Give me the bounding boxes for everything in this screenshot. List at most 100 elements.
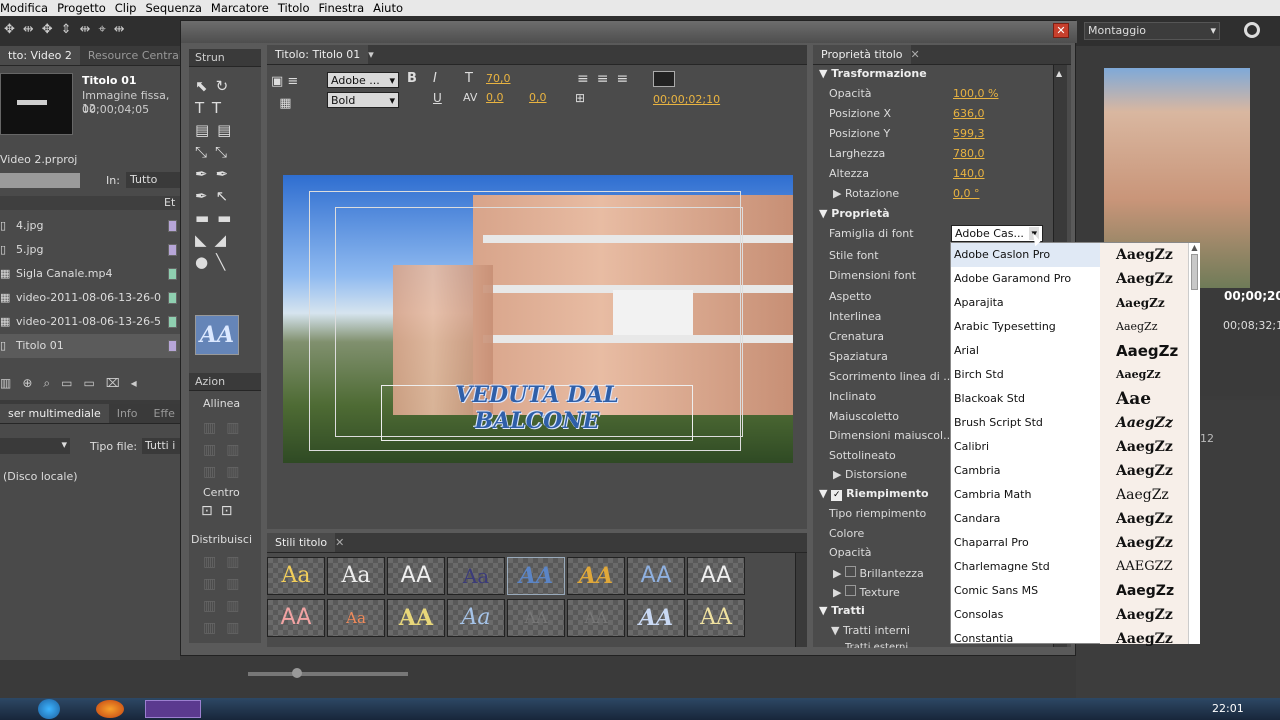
font-size-value[interactable]: 70,0: [486, 72, 511, 85]
list-item[interactable]: ▦ Sigla Canale.mp4: [0, 262, 180, 286]
close-icon[interactable]: ✕: [335, 536, 344, 549]
firefox-icon[interactable]: [96, 700, 124, 718]
style-swatch[interactable]: AA: [567, 557, 625, 595]
kerning-value[interactable]: 0,0: [486, 91, 504, 104]
workspace-select[interactable]: Montaggio ▾: [1084, 22, 1220, 40]
list-item[interactable]: ▦ video-2011-08-06-13-26-5: [0, 310, 180, 334]
project-bottom-icons[interactable]: ▥⊕⌕▭▭⌧◂: [0, 376, 148, 391]
menu-modifica[interactable]: Modifica: [0, 0, 57, 15]
menu-clip[interactable]: Clip: [115, 0, 146, 15]
style-swatch[interactable]: AA: [627, 557, 685, 595]
style-swatch[interactable]: AA: [687, 557, 745, 595]
font-list-scrollbar[interactable]: ▲: [1188, 243, 1200, 644]
leading-value[interactable]: 0,0: [529, 91, 547, 104]
align-buttons[interactable]: ▥▥ ▥▥ ▥▥: [203, 417, 249, 483]
prop-distorsione[interactable]: ▶ Distorsione: [833, 468, 907, 481]
menu-finestra[interactable]: Finestra: [319, 0, 374, 15]
premiere-taskbar-button[interactable]: [145, 700, 201, 718]
tab-stops-icon[interactable]: ⊞: [575, 91, 585, 105]
tab-stili-titolo[interactable]: Stili titolo: [267, 533, 336, 552]
list-item[interactable]: ▯ 5.jpg: [0, 238, 180, 262]
style-swatch[interactable]: AA: [507, 557, 565, 595]
style-swatch[interactable]: Aa: [327, 557, 385, 595]
tipo-file-select[interactable]: Tutti i: [142, 438, 180, 454]
close-icon[interactable]: ✕: [911, 48, 920, 61]
style-swatch[interactable]: AA: [627, 599, 685, 637]
title-canvas[interactable]: VEDUTA DAL BALCONE: [283, 175, 793, 463]
menu-progetto[interactable]: Progetto: [57, 0, 115, 15]
tab-titolo[interactable]: Titolo: Titolo 01: [267, 45, 369, 64]
tab-media-browser[interactable]: ser multimediale: [0, 404, 109, 423]
prop-tratti-interni[interactable]: ▼ Tratti interni: [831, 624, 910, 637]
prop-rotazione-value[interactable]: 0,0 °: [953, 187, 980, 200]
tab-project[interactable]: tto: Video 2: [0, 46, 80, 65]
background-timecode[interactable]: 00;00;02;10: [653, 93, 720, 106]
prop-texture[interactable]: ▶ Texture: [833, 585, 900, 599]
menu-sequenza[interactable]: Sequenza: [146, 0, 211, 15]
tab-info[interactable]: Info: [109, 404, 146, 423]
menu-titolo[interactable]: Titolo: [278, 0, 319, 15]
scroll-thumb[interactable]: [1191, 254, 1198, 290]
prop-posx-value[interactable]: 636,0: [953, 107, 985, 120]
brillantezza-checkbox[interactable]: [844, 566, 856, 577]
prop-larghezza-value[interactable]: 780,0: [953, 147, 985, 160]
search-field[interactable]: [0, 173, 80, 188]
chevron-down-icon[interactable]: ▾: [368, 48, 374, 61]
font-style-select[interactable]: Bold ▾: [327, 92, 399, 108]
font-family-select[interactable]: Adobe ... ▾: [327, 72, 399, 88]
path-select[interactable]: ▾: [0, 438, 70, 454]
prop-altezza-value[interactable]: 140,0: [953, 167, 985, 180]
close-button[interactable]: ✕: [1053, 23, 1069, 38]
menu-aiuto[interactable]: Aiuto: [373, 0, 412, 15]
menu-marcatore[interactable]: Marcatore: [211, 0, 278, 15]
background-video-icon[interactable]: [653, 71, 675, 87]
distribute-buttons[interactable]: ▥▥ ▥▥ ▥▥ ▥▥: [203, 551, 249, 639]
section-riempimento[interactable]: ▼ ✓ Riempimento: [819, 487, 929, 501]
list-item[interactable]: ▯ Titolo 01: [0, 334, 180, 358]
style-swatch[interactable]: AA: [267, 599, 325, 637]
underline-button[interactable]: U: [433, 91, 442, 105]
style-swatch[interactable]: Aa: [447, 599, 505, 637]
in-select[interactable]: Tutto: [126, 172, 180, 188]
title-text[interactable]: VEDUTA DAL BALCONE: [381, 382, 693, 434]
tab-effects[interactable]: Effe: [146, 404, 180, 423]
tab-resource-central[interactable]: Resource Central: [80, 46, 180, 65]
styles-scrollbar[interactable]: [795, 553, 807, 647]
toolbar-icons[interactable]: ✥⇹✥⇕⇹⌖⇹: [4, 22, 133, 37]
section-trasformazione[interactable]: ▼ Trasformazione: [819, 67, 927, 80]
texture-checkbox[interactable]: [844, 585, 856, 596]
font-family-dropdown[interactable]: Adobe Cas... ▾: [951, 225, 1043, 242]
prop-posy-value[interactable]: 599,3: [953, 127, 985, 140]
italic-button[interactable]: I: [433, 71, 437, 86]
riempimento-checkbox[interactable]: ✓: [831, 490, 843, 501]
title-tool-icons[interactable]: ▣ ≡ ▦: [271, 71, 298, 115]
list-item[interactable]: ▦ video-2011-08-06-13-26-0: [0, 286, 180, 310]
style-swatch[interactable]: AA: [387, 557, 445, 595]
tool-grid[interactable]: ⬉↻ TT ▤▤ ⤡⤡ ✒✒ ✒↖ ▬▬ ◣◢ ●╲: [195, 75, 255, 273]
list-item[interactable]: ▯ 4.jpg: [0, 214, 180, 238]
prop-rotazione-label[interactable]: ▶ Rotazione: [833, 187, 899, 200]
prop-brillantezza[interactable]: ▶ Brillantezza: [833, 566, 924, 580]
zoom-slider-handle[interactable]: [292, 668, 302, 678]
center-buttons[interactable]: ⊡⊡: [201, 503, 240, 519]
scroll-up-icon[interactable]: ▲: [1189, 243, 1200, 252]
prop-opacita-value[interactable]: 100,0 %: [953, 87, 998, 100]
disk-item[interactable]: (Disco locale): [3, 470, 78, 483]
scroll-up-icon[interactable]: ▲: [1056, 69, 1065, 78]
style-swatch[interactable]: AA: [567, 599, 625, 637]
column-etichetta[interactable]: Et: [164, 196, 175, 209]
timeline-scrollbar[interactable]: [1244, 476, 1256, 654]
text-align-buttons[interactable]: ≡≡≡: [577, 71, 636, 87]
bold-button[interactable]: B: [407, 71, 417, 86]
start-button[interactable]: [38, 699, 60, 719]
style-swatch[interactable]: Aa: [327, 599, 385, 637]
section-tratti[interactable]: ▼ Tratti: [819, 604, 865, 617]
style-swatch[interactable]: Aa: [447, 557, 505, 595]
prop-tratti-esterni[interactable]: Tratti esterni: [845, 642, 908, 648]
style-swatch[interactable]: AA: [507, 599, 565, 637]
section-proprieta[interactable]: ▼ Proprietà: [819, 207, 890, 220]
tab-proprieta-titolo[interactable]: Proprietà titolo: [813, 45, 911, 64]
search-icon[interactable]: [1244, 22, 1260, 38]
zoom-slider[interactable]: [248, 672, 408, 676]
style-swatch[interactable]: AA: [387, 599, 445, 637]
